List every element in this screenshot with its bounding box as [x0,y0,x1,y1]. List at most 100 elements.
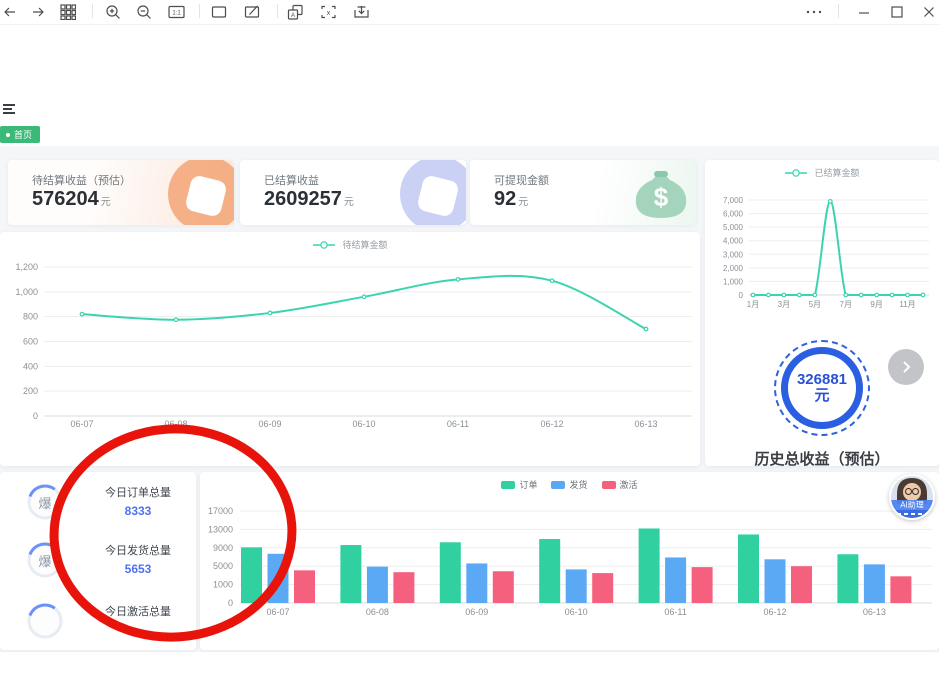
toolbar-separator [277,4,278,18]
maximize-icon[interactable] [887,3,907,21]
toolbar-separator [92,4,93,18]
bar-发货 [665,557,686,603]
data-point [767,293,771,297]
bar-发货 [864,564,885,603]
y-tick-label: 1,000 [15,287,38,297]
screenshot-rect-icon[interactable] [209,3,229,21]
minimize-icon[interactable] [854,3,874,21]
zoom-out-icon[interactable] [134,3,154,21]
toolbar-separator [199,4,200,18]
chart-legend[interactable]: 已结算金额 [705,166,939,179]
bar-订单 [241,547,262,603]
x-tick-label: 06-09 [258,419,281,429]
zoom-reset-label: 1:1 [172,11,181,17]
pending-amount-line-chart[interactable]: 02004006008001,0001,20006-0706-0806-0906… [0,232,700,466]
data-point [782,293,786,297]
y-tick-label: 0 [228,598,233,608]
y-tick-label: 13000 [208,524,233,534]
x-tick-label: 06-12 [540,419,563,429]
y-tick-label: 5,000 [723,223,744,232]
bar-激活 [890,576,911,603]
y-tick-label: 2,000 [723,264,744,273]
tab-home[interactable]: 首页 [0,126,40,143]
stat-label: 今日发货总量 [80,542,196,558]
tab-label: 首页 [14,128,32,141]
data-point [844,293,848,297]
x-tick-label: 06-11 [447,419,469,429]
data-point [890,293,894,297]
sidebar-collapse-icon[interactable] [3,104,17,116]
stat-card-label: 待结算收益（预估） [32,172,131,188]
money-bag-icon: $ [630,164,692,222]
settled-amount-line-chart[interactable]: 01,0002,0003,0004,0005,0006,0007,0001月3月… [705,180,939,340]
burst-badge-icon: 爆 [27,542,63,578]
legend-label: 已结算金额 [814,166,859,179]
today-stats-panel: 爆 今日订单总量 8333 爆 今日发货总量 5653 [0,472,196,650]
close-icon[interactable] [919,3,939,21]
line-series [82,276,646,329]
bar-发货 [367,567,388,603]
app-grid-icon[interactable] [58,3,78,21]
remote-desktop-window: 1:1 A x 首页 待结算收益（ [0,0,939,693]
y-tick-label: 4,000 [723,237,744,246]
x-tick-label: 06-08 [164,419,187,429]
bar-订单 [539,539,560,603]
y-tick-label: 1000 [213,580,233,590]
next-arrow-button[interactable] [888,349,924,385]
bar-激活 [393,572,414,603]
x-tick-label: 7月 [840,300,852,309]
x-tick-label: 9月 [870,300,882,309]
zoom-reset-icon[interactable]: 1:1 [167,3,187,21]
y-tick-label: 0 [33,411,38,421]
line-legend-icon [784,168,808,178]
y-tick-label: 800 [23,312,38,322]
x-tick-label: 3月 [778,300,790,309]
bar-激活 [592,573,613,603]
y-tick-label: 17000 [208,506,233,516]
pending-amount-chart-panel: 待结算金额 02004006008001,0001,20006-0706-080… [0,232,700,466]
stat-card-value: 576204 [32,188,99,210]
stat-label: 今日激活总量 [80,603,196,619]
text-select-icon[interactable]: x [318,3,338,21]
back-icon[interactable] [0,3,20,21]
data-point [456,278,460,282]
download-icon[interactable] [351,3,371,21]
ai-assistant-button[interactable]: AI助理 [889,474,935,520]
stat-card-settled-revenue: 已结算收益 2609257元 [240,160,466,225]
forward-icon[interactable] [28,3,48,21]
stat-card-withdrawable: $ 可提现金额 92元 [470,160,696,225]
x-tick-label: 06-13 [634,419,657,429]
zoom-in-icon[interactable] [103,3,123,21]
history-total-value: 326881 [797,372,847,388]
daily-bar-chart-panel: 订单 发货 激活 0100050009000130001700006-0706-… [200,472,939,650]
data-point [268,311,272,315]
data-point [859,293,863,297]
bar-激活 [791,566,812,603]
y-tick-label: 7,000 [723,196,744,205]
coin-icon [400,160,466,225]
y-tick-label: 6,000 [723,210,744,219]
edit-icon[interactable] [242,3,262,21]
stat-card-unit: 元 [101,197,111,208]
data-point [875,293,879,297]
tab-active-dot [6,133,10,137]
svg-text:A: A [290,13,294,19]
bar-发货 [268,554,289,603]
stat-card-label: 已结算收益 [264,172,319,188]
bar-激活 [294,570,315,603]
bar-发货 [765,559,786,603]
history-total-unit: 元 [814,388,829,404]
daily-bar-chart[interactable]: 0100050009000130001700006-0706-0806-0906… [200,472,939,650]
translate-copy-icon[interactable]: A [285,3,305,21]
bar-订单 [440,542,461,603]
data-point [550,279,554,283]
coin-icon [168,160,234,225]
settled-amount-panel: 已结算金额 01,0002,0003,0004,0005,0006,0007,0… [705,160,939,466]
x-tick-label: 11月 [899,300,915,309]
stat-card-unit: 元 [518,197,528,208]
stat-label: 今日订单总量 [80,484,196,500]
more-icon[interactable] [804,3,824,21]
y-tick-label: 1,000 [723,277,744,286]
data-point [362,295,366,299]
stat-card-value: 2609257 [264,188,342,210]
